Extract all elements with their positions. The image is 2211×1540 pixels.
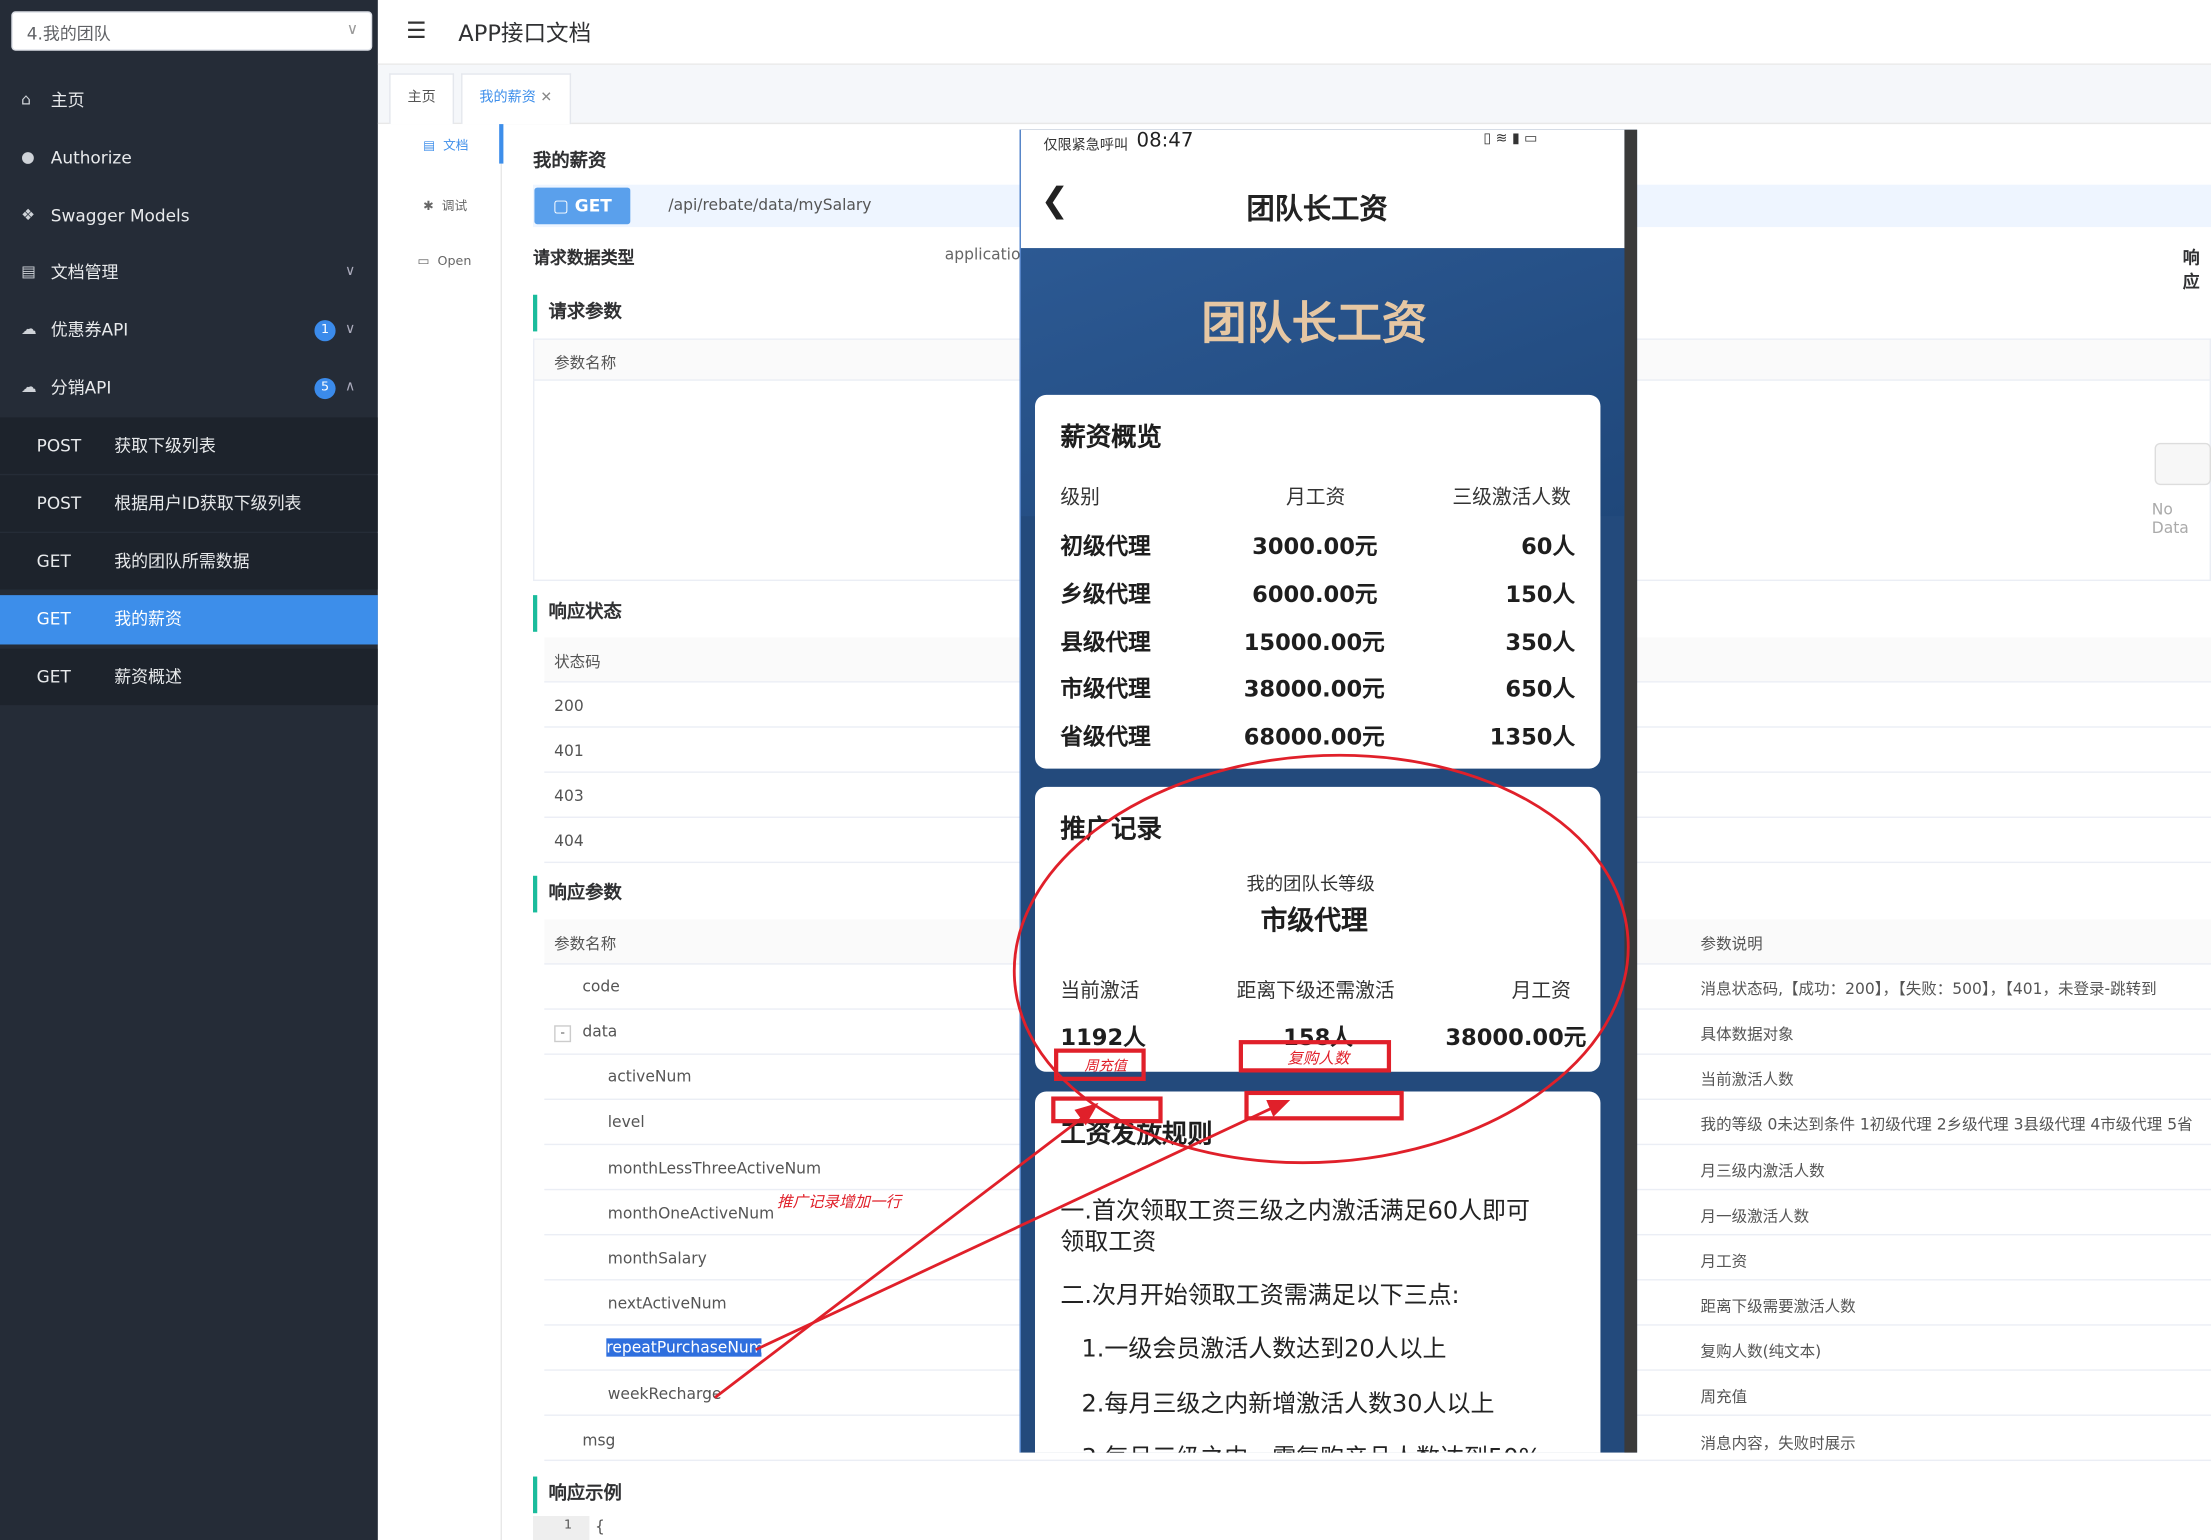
annotation-note: 推广记录增加一行 <box>776 1193 902 1212</box>
annotation-arrow <box>755 1101 1284 1351</box>
annotation-label: 周充值 <box>1084 1059 1127 1075</box>
annotation-arrow <box>714 1108 1094 1399</box>
annotation-box <box>1051 1096 1163 1124</box>
annotation-label: 复购人数 <box>1287 1049 1350 1068</box>
annotation-overlay <box>714 753 1630 1399</box>
annotation-circle <box>1012 753 1630 1165</box>
arrowhead-icon <box>1266 1100 1291 1117</box>
